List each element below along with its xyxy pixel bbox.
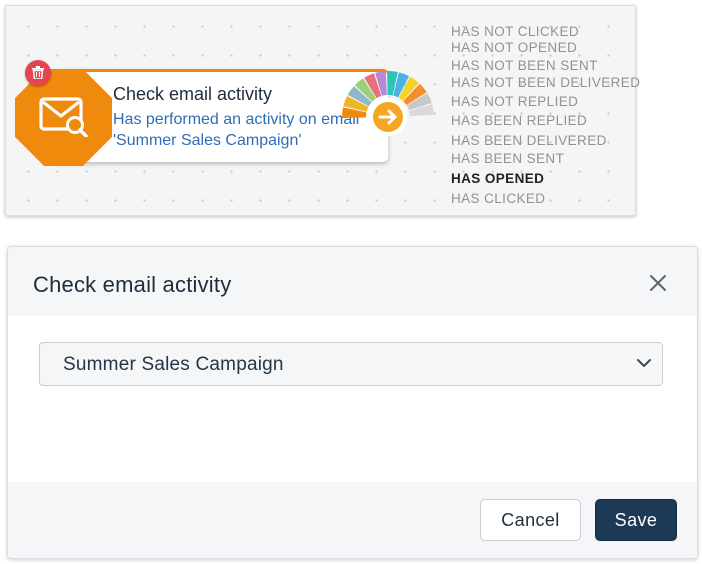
node-title: Check email activity	[113, 84, 273, 104]
chevron-down-icon	[637, 359, 651, 367]
branch-connector-fan[interactable]	[338, 50, 438, 180]
branch-option[interactable]: HAS NOT BEEN SENT	[451, 58, 598, 73]
close-dialog-button[interactable]	[646, 271, 670, 295]
selected-campaign: Summer Sales Campaign	[63, 354, 284, 375]
check-email-activity-dialog: Check email activity Summer Sales Campai…	[7, 246, 698, 559]
branch-option[interactable]: HAS OPENED	[451, 171, 544, 186]
branch-option[interactable]: HAS BEEN SENT	[451, 151, 564, 166]
branch-option[interactable]: HAS NOT REPLIED	[451, 94, 578, 109]
branch-option[interactable]: HAS NOT OPENED	[451, 40, 577, 55]
dialog-header: Check email activity	[8, 247, 697, 316]
cancel-button[interactable]: Cancel	[480, 499, 581, 541]
branch-option[interactable]: HAS NOT CLICKED	[451, 24, 579, 39]
trash-icon	[32, 66, 44, 79]
email-campaign-select[interactable]: Summer Sales Campaign	[39, 342, 663, 386]
email-search-icon	[39, 97, 88, 137]
close-icon	[650, 275, 666, 291]
dialog-footer: Cancel Save	[8, 482, 697, 558]
branch-option[interactable]: HAS CLICKED	[451, 191, 545, 206]
node-description: Has performed an activity on email 'Summ…	[113, 111, 360, 149]
branch-option[interactable]: HAS BEEN REPLIED	[451, 113, 587, 128]
arrow-right-icon[interactable]	[373, 102, 403, 132]
branch-option[interactable]: HAS NOT BEEN DELIVERED	[451, 75, 640, 90]
delete-node-button[interactable]	[25, 60, 51, 86]
save-button[interactable]: Save	[595, 499, 677, 541]
workflow-canvas: Check email activity Has performed an ac…	[5, 5, 640, 216]
dialog-title: Check email activity	[33, 272, 232, 297]
branch-option[interactable]: HAS BEEN DELIVERED	[451, 133, 607, 148]
